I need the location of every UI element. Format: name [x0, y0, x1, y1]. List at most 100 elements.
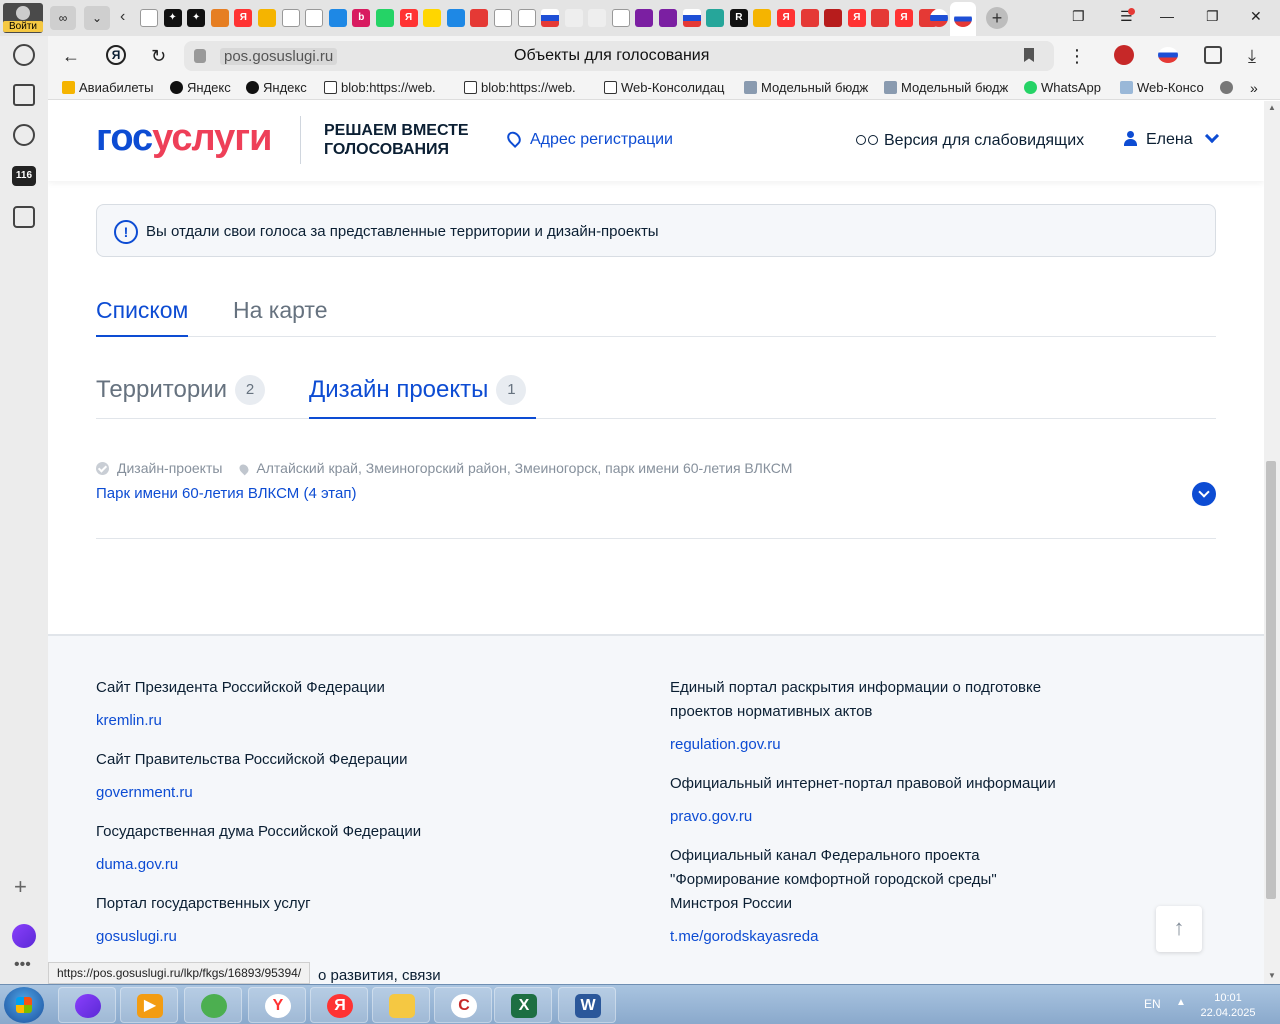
gosuslugi-logo[interactable]: госуслуги — [96, 117, 272, 160]
bookmark-item[interactable]: Авиабилеты — [62, 80, 153, 95]
bookmark-item[interactable]: Яндекс — [246, 80, 307, 95]
close-icon[interactable]: ✕ — [1250, 8, 1262, 25]
scroll-down-arrow-icon[interactable]: ▼ — [1268, 971, 1276, 980]
bookmark-item[interactable]: Web-Консо — [1120, 80, 1204, 95]
bookmark-item[interactable]: Модельный бюдж — [744, 80, 868, 95]
start-button[interactable] — [4, 987, 44, 1023]
footer-link-gosuslugi[interactable]: gosuslugi.ru — [96, 928, 177, 945]
tab-favicon-leaf-icon[interactable] — [611, 9, 630, 27]
app-116-icon[interactable]: 116 — [12, 166, 36, 186]
tab-favicon-chart-icon[interactable] — [871, 9, 890, 27]
tab-favicon-yandex-icon[interactable]: Я — [895, 9, 913, 27]
bookmark-item[interactable]: Яндекс — [170, 80, 231, 95]
tab-favicon-emblem-icon[interactable] — [588, 9, 607, 27]
scrollbar-thumb[interactable] — [1266, 461, 1276, 899]
tab-favicon-whatsapp-icon[interactable] — [375, 9, 394, 27]
video-play-icon[interactable] — [13, 124, 35, 146]
tab-favicon-play-icon[interactable] — [423, 9, 442, 27]
bookmark-item[interactable]: blob:https://web. — [324, 80, 436, 95]
bookmark-item[interactable]: WhatsApp — [1024, 80, 1101, 95]
language-indicator[interactable]: EN — [1144, 997, 1161, 1011]
collections-icon[interactable] — [13, 84, 35, 106]
history-clock-icon[interactable] — [13, 44, 35, 66]
incognito-icon[interactable]: ∞ — [50, 6, 76, 30]
tab-favicon-tag-icon[interactable] — [753, 9, 772, 27]
tab-favicon-pdf-icon[interactable] — [470, 9, 489, 27]
footer-link-duma[interactable]: duma.gov.ru — [96, 856, 178, 873]
more-dots-icon[interactable]: ••• — [14, 956, 31, 974]
alice-assistant-icon[interactable] — [12, 924, 36, 948]
tabs-scroll-left-icon[interactable]: ‹ — [120, 8, 125, 26]
tab-favicon-star-icon[interactable]: ✦ — [187, 9, 206, 27]
tab-favicon-chart-icon[interactable] — [210, 9, 229, 27]
taskbar-app-c[interactable]: C — [434, 987, 492, 1023]
tab-favicon-r-icon[interactable]: R — [729, 9, 748, 27]
url-field[interactable]: pos.gosuslugi.ru Объекты для голосования — [184, 41, 1054, 71]
taskbar-yandex[interactable]: Я — [310, 987, 368, 1023]
tab-favicon-hat-icon[interactable] — [257, 9, 276, 27]
tab-favicon-doc-icon[interactable] — [493, 9, 512, 27]
tab-favicon-doc-icon[interactable] — [140, 9, 158, 27]
taskbar-app[interactable] — [184, 987, 242, 1023]
project-title-link[interactable]: Парк имени 60-летия ВЛКСМ (4 этап) — [96, 485, 356, 502]
taskbar-excel[interactable]: X — [494, 987, 552, 1023]
new-tab-button[interactable]: + — [986, 7, 1008, 29]
tab-favicon-yandex-icon[interactable]: Я — [777, 9, 796, 27]
bookmark-item[interactable]: Модельный бюдж — [884, 80, 1008, 95]
restore-icon[interactable]: ❐ — [1206, 8, 1219, 25]
page-scrollbar[interactable]: ▲ ▼ — [1264, 101, 1280, 984]
tab-map[interactable]: На карте — [233, 297, 328, 337]
tab-favicon-yandex-icon[interactable]: Я — [399, 9, 418, 27]
tab-favicon-mountain-icon[interactable] — [281, 9, 300, 27]
expand-chevron-down-icon[interactable] — [1192, 482, 1216, 506]
tab-favicon-yandex-icon[interactable]: Я — [847, 9, 866, 27]
tab-favicon-youtube-icon[interactable] — [800, 9, 819, 27]
project-list-item[interactable]: Дизайн-проекты Алтайский край, Змеиногорс… — [96, 457, 1216, 539]
tab-favicon-hands-icon[interactable] — [706, 9, 725, 27]
tab-list[interactable]: Списком — [96, 297, 189, 337]
clock[interactable]: 10:01 22.04.2025 — [1200, 991, 1256, 1021]
bookmark-item[interactable]: blob:https://web. — [464, 80, 576, 95]
footer-link-pravo[interactable]: pravo.gov.ru — [670, 808, 752, 825]
more-vertical-icon[interactable]: ⋮ — [1068, 46, 1086, 67]
add-panel-icon[interactable]: + — [14, 874, 27, 900]
tab-favicon-yandex-icon[interactable]: Я — [234, 9, 253, 27]
tab-favicon-oo-icon[interactable] — [635, 9, 654, 27]
user-menu[interactable]: Елена — [1124, 128, 1219, 149]
footer-link-telegram[interactable]: t.me/gorodskayasreda — [670, 928, 818, 945]
scroll-to-top-button[interactable]: ↑ — [1156, 906, 1202, 952]
footer-link-kremlin[interactable]: kremlin.ru — [96, 712, 162, 729]
tab-favicon-b-icon[interactable]: b — [352, 9, 371, 27]
tab-favicon-leaf-icon[interactable] — [517, 9, 536, 27]
vision-impaired-link[interactable]: Версия для слабовидящих — [856, 132, 1084, 150]
back-arrow-icon[interactable]: ← — [62, 46, 80, 67]
bookmark-emblem-icon[interactable] — [1220, 80, 1237, 95]
tab-favicon-flag-icon[interactable] — [682, 9, 701, 27]
tab-favicon-mail-icon[interactable] — [446, 9, 465, 27]
active-tab[interactable] — [950, 2, 976, 36]
tab-favicon-bank-icon[interactable] — [824, 9, 843, 27]
tab-manager-icon[interactable]: ❐ — [1072, 8, 1085, 25]
profile-login-button[interactable]: Войти — [3, 3, 43, 33]
yandex-home-icon[interactable]: Я — [106, 45, 126, 65]
taskbar-explorer[interactable] — [372, 987, 430, 1023]
taskbar-alice[interactable] — [58, 987, 116, 1023]
taskbar-yandex-browser[interactable]: Y — [248, 987, 306, 1023]
tab-favicon-flag-icon[interactable] — [930, 9, 948, 27]
bookmark-item[interactable]: Web-Консолидац — [604, 80, 725, 95]
tab-favicon-mountain-icon[interactable] — [305, 9, 324, 27]
tab-territories[interactable]: Территории 2 — [96, 375, 265, 419]
bookmarks-overflow-icon[interactable]: » — [1250, 80, 1258, 96]
extension-puzzle-icon[interactable] — [1204, 46, 1222, 64]
tab-design-projects[interactable]: Дизайн проекты 1 — [309, 375, 536, 419]
screenshot-camera-icon[interactable] — [13, 206, 35, 228]
tab-favicon-oo-icon[interactable] — [659, 9, 678, 27]
reload-icon[interactable]: ↻ — [151, 46, 166, 67]
extension-flag-icon[interactable] — [1158, 47, 1178, 63]
tab-favicon-emblem-icon[interactable] — [564, 9, 583, 27]
address-registration-link[interactable]: Адрес регистрации — [504, 128, 673, 149]
taskbar-media-player[interactable]: ▶ — [120, 987, 178, 1023]
download-icon[interactable]: ⤓ — [1248, 46, 1256, 67]
tab-favicon-flag-icon[interactable] — [541, 9, 560, 27]
tabs-menu-chevron-icon[interactable]: ⌄ — [84, 6, 110, 30]
